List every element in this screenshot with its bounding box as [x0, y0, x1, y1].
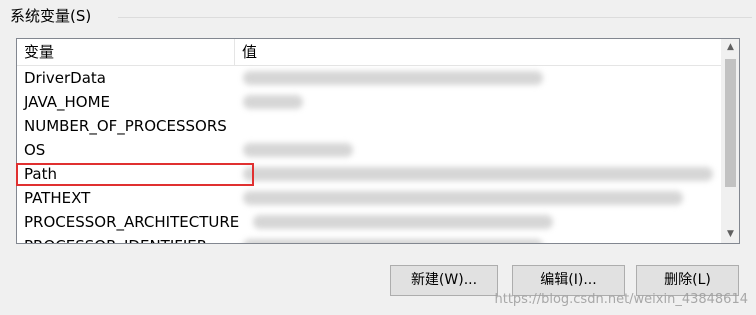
variable-name: PROCESSOR_IDENTIFIER [24, 234, 207, 243]
variable-name: PROCESSOR_ARCHITECTURE [24, 213, 240, 231]
variable-name: OS [24, 141, 46, 159]
scroll-thumb[interactable] [725, 59, 736, 187]
variable-name: NUMBER_OF_PROCESSORS [24, 117, 227, 135]
redacted-value [243, 239, 543, 243]
list-rows: DriverData JAVA_HOME NUMBER_OF_PROCESSOR… [17, 66, 721, 243]
redacted-value [253, 215, 553, 229]
redacted-value [243, 191, 683, 205]
list-row[interactable]: JAVA_HOME [17, 90, 721, 114]
list-row[interactable]: PROCESSOR_IDENTIFIER [17, 234, 721, 243]
system-variables-title: 系统变量(S) [10, 7, 92, 25]
redacted-value [243, 167, 713, 181]
variable-name: PATHEXT [24, 189, 91, 207]
list-header: 变量 值 [17, 39, 721, 66]
variable-name: JAVA_HOME [24, 93, 111, 111]
redacted-value [243, 143, 353, 157]
new-button[interactable]: 新建(W)... [390, 265, 498, 296]
scroll-up-arrow-icon[interactable]: ▲ [722, 39, 739, 56]
list-row[interactable]: Path [17, 162, 721, 186]
list-row[interactable]: DriverData [17, 66, 721, 90]
system-variables-list[interactable]: 变量 值 DriverData JAVA_HOME NUMBER_OF_PROC… [16, 38, 740, 244]
list-row[interactable]: PATHEXT [17, 186, 721, 210]
list-row[interactable]: OS [17, 138, 721, 162]
scroll-down-arrow-icon[interactable]: ▼ [722, 226, 739, 243]
vertical-scrollbar[interactable]: ▲ ▼ [721, 39, 739, 243]
list-row[interactable]: NUMBER_OF_PROCESSORS [17, 114, 721, 138]
list-row[interactable]: PROCESSOR_ARCHITECTURE [17, 210, 721, 234]
watermark: https://blog.csdn.net/weixin_43848614 [494, 292, 748, 307]
variable-name: DriverData [24, 69, 106, 87]
variable-name: Path [24, 165, 57, 183]
column-header-value[interactable]: 值 [235, 39, 257, 65]
group-divider [118, 17, 752, 18]
redacted-value [243, 71, 543, 85]
column-header-variable[interactable]: 变量 [17, 39, 54, 65]
redacted-value [243, 95, 303, 109]
